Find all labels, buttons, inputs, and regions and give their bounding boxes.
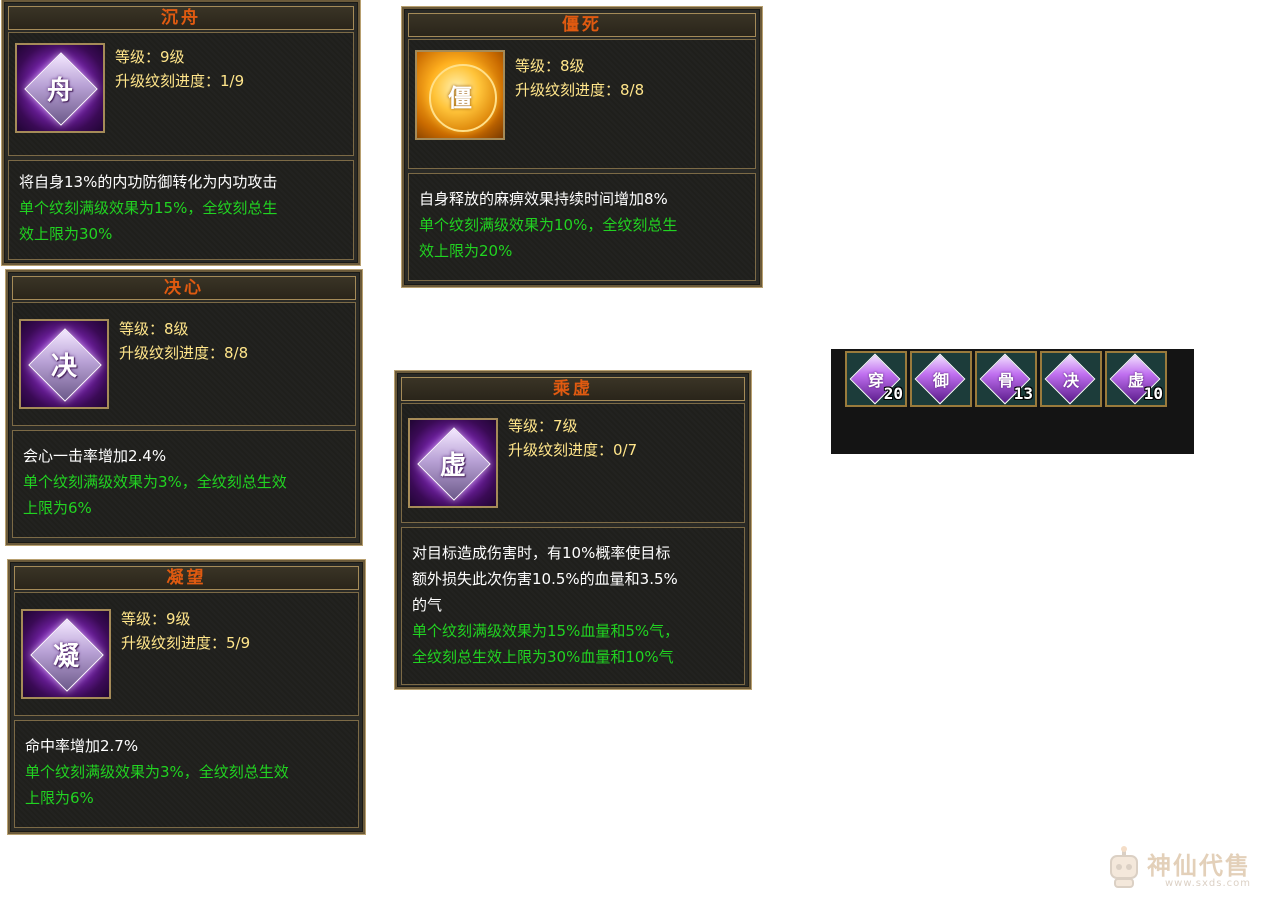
rune-glyph: 舟 [46,75,73,106]
rune-info-panel: 舟 等级：9级 升级纹刻进度：1/9 [8,32,354,156]
rune-desc-panel: 自身释放的麻痹效果持续时间增加8% 单个纹刻满级效果为10%，全纹刻总生 效上限… [408,173,756,281]
rune-info-panel: 凝 等级：9级 升级纹刻进度：5/9 [14,592,359,716]
card-title: 决心 [12,276,356,300]
card-title: 僵死 [408,13,756,37]
max-effect-line: 上限为6% [25,789,94,807]
stack-count: 10 [1143,384,1163,403]
inventory-slot[interactable]: 虚 10 [1105,351,1167,407]
progress-text: 升级纹刻进度：5/9 [121,634,251,652]
progress-text: 升级纹刻进度：1/9 [115,72,245,90]
effect-description: 会心一击率增加2.4% [23,447,167,465]
progress-text: 升级纹刻进度：8/8 [515,81,645,99]
card-title: 凝望 [14,566,359,590]
inventory-slot[interactable]: 决 [1040,351,1102,407]
stack-count: 20 [883,384,903,403]
level-text: 等级：9级 [115,48,185,66]
rune-info-panel: 僵 等级：8级 升级纹刻进度：8/8 [408,39,756,169]
max-effect-line: 单个纹刻满级效果为3%，全纹刻总生效 [25,763,289,781]
inventory-slot[interactable]: 穿 20 [845,351,907,407]
max-effect-line: 上限为6% [23,499,92,517]
effect-description: 命中率增加2.7% [25,737,139,755]
card-title: 乘虚 [401,377,745,401]
rune-glyph: 僵 [448,82,472,112]
rune-icon: 舟 [15,43,105,133]
effect-description: 自身释放的麻痹效果持续时间增加8% [419,190,668,208]
rune-card-juexin: 决心 决 等级：8级 升级纹刻进度：8/8 会心一击率增加2.4% 单个纹刻满级… [6,270,362,545]
card-title: 沉舟 [8,6,354,30]
progress-text: 升级纹刻进度：8/8 [119,344,249,362]
rune-card-jiangsi: 僵死 僵 等级：8级 升级纹刻进度：8/8 自身释放的麻痹效果持续时间增加8% … [402,7,762,287]
rune-inventory-strip: 穿 20 御 骨 13 决 虚 10 [831,349,1194,454]
max-effect-line: 效上限为20% [419,242,513,260]
rune-icon: 凝 [21,609,111,699]
rune-item-icon: 决 [1062,371,1079,390]
rune-glyph: 决 [50,351,77,382]
rune-glyph: 虚 [439,450,466,481]
max-effect-line: 单个纹刻满级效果为15%血量和5%气， [412,622,680,640]
level-text: 等级：8级 [515,57,585,75]
rune-card-ningwang: 凝望 凝 等级：9级 升级纹刻进度：5/9 命中率增加2.7% 单个纹刻满级效果… [8,560,365,834]
rune-icon: 决 [19,319,109,409]
rune-card-chengxu: 乘虚 虚 等级：7级 升级纹刻进度：0/7 对目标造成伤害时，有10%概率使目标… [395,371,751,689]
max-effect-line: 单个纹刻满级效果为10%，全纹刻总生 [419,216,678,234]
rune-icon: 僵 [415,50,505,140]
rune-desc-panel: 会心一击率增加2.4% 单个纹刻满级效果为3%，全纹刻总生效 上限为6% [12,430,356,538]
rune-item-icon: 御 [932,371,949,390]
rune-info-panel: 虚 等级：7级 升级纹刻进度：0/7 [401,403,745,523]
max-effect-line: 效上限为30% [19,225,113,243]
rune-desc-panel: 对目标造成伤害时，有10%概率使目标 额外损失此次伤害10.5%的血量和3.5%… [401,527,745,685]
effect-description: 将自身13%的内功防御转化为内功攻击 [19,173,278,191]
progress-text: 升级纹刻进度：0/7 [508,441,638,459]
watermark-text: 神仙代售 [1147,851,1251,880]
inventory-slot[interactable]: 骨 13 [975,351,1037,407]
level-text: 等级：8级 [119,320,189,338]
effect-description: 的气 [412,596,443,614]
max-effect-line: 单个纹刻满级效果为3%，全纹刻总生效 [23,473,287,491]
rune-desc-panel: 将自身13%的内功防御转化为内功攻击 单个纹刻满级效果为15%，全纹刻总生 效上… [8,160,354,260]
inventory-slot[interactable]: 御 [910,351,972,407]
rune-card-chenzhou: 沉舟 舟 等级：9级 升级纹刻进度：1/9 将自身13%的内功防御转化为内功攻击… [2,0,360,265]
rune-desc-panel: 命中率增加2.7% 单个纹刻满级效果为3%，全纹刻总生效 上限为6% [14,720,359,828]
level-text: 等级：9级 [121,610,191,628]
rune-icon: 虚 [408,418,498,508]
rune-info-panel: 决 等级：8级 升级纹刻进度：8/8 [12,302,356,426]
effect-description: 额外损失此次伤害10.5%的血量和3.5% [412,570,678,588]
watermark-url: www.sxds.com [1165,878,1252,889]
robot-mascot-icon [1110,846,1138,888]
max-effect-line: 全纹刻总生效上限为30%血量和10%气 [412,648,674,666]
site-watermark: 神仙代售 www.sxds.com [1105,842,1260,894]
rune-glyph: 凝 [52,641,79,672]
effect-description: 对目标造成伤害时，有10%概率使目标 [412,544,671,562]
max-effect-line: 单个纹刻满级效果为15%，全纹刻总生 [19,199,278,217]
level-text: 等级：7级 [508,417,578,435]
stack-count: 13 [1013,384,1033,403]
